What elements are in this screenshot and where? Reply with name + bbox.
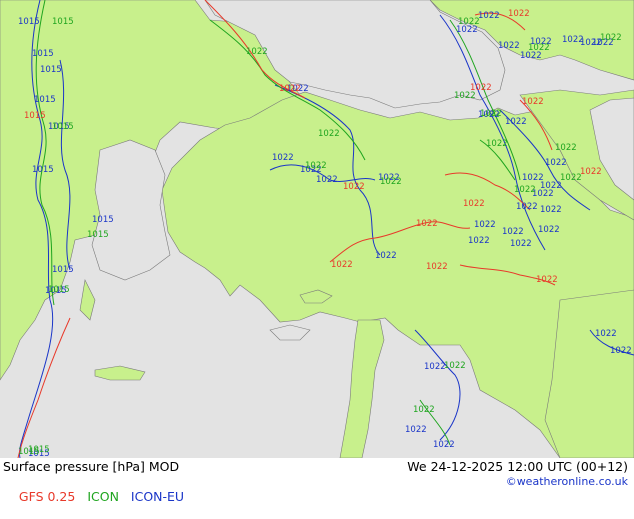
label-blue: 1015 (92, 215, 114, 225)
label-blue: 1022 (498, 41, 520, 51)
label-green: 1015 (52, 122, 74, 132)
label-blue: 1022 (545, 158, 567, 168)
label-green: 1015 (48, 285, 70, 295)
label-green: 1015 (87, 230, 109, 240)
model-icon-eu-label: ICON-EU (130, 489, 185, 504)
label-blue: 1022 (478, 11, 500, 21)
label-blue: 1022 (510, 239, 532, 249)
label-blue: 1022 (505, 117, 527, 127)
label-blue: 1015 (34, 95, 56, 105)
label-red: 1022 (580, 167, 602, 177)
label-blue: 1022 (405, 425, 427, 435)
model-icon-label: ICON (87, 489, 119, 504)
credit-link[interactable]: ©weatheronline.co.uk (506, 474, 628, 489)
label-blue: 1015 (32, 165, 54, 175)
model-gfs-label: GFS 0.25 (18, 489, 76, 504)
label-red: 1015 (24, 111, 46, 121)
label-blue: 1022 (468, 236, 490, 246)
label-blue: 1015 (52, 265, 74, 275)
label-green: 1022 (480, 109, 502, 119)
label-green: 1015 (52, 17, 74, 27)
sea-aegean (91, 139, 171, 281)
label-blue: 1015 (32, 49, 54, 59)
label-red: 1022 (416, 219, 438, 229)
label-green: 1022 (444, 361, 466, 371)
label-blue: 1022 (474, 220, 496, 230)
map-title: Surface pressure [hPa] MOD (3, 459, 180, 474)
label-red: 1022 (508, 9, 530, 19)
label-blue: 1022 (502, 227, 524, 237)
label-blue: 1022 (540, 205, 562, 215)
pressure-map: 1015 1015 1015 1015 1015 1015 1015 1015 … (0, 0, 634, 459)
label-blue: 1015 (40, 65, 62, 75)
footer: Surface pressure [hPa] MOD We 24-12-2025… (0, 458, 634, 504)
label-green: 1022 (305, 161, 327, 171)
label-red: 1022 (343, 182, 365, 192)
label-blue: 1022 (272, 153, 294, 163)
label-green: 1022 (528, 43, 550, 53)
label-red: 1022 (279, 84, 301, 94)
map-canvas: 1015 1015 1015 1015 1015 1015 1015 1015 … (0, 0, 634, 459)
label-green: 1022 (560, 173, 582, 183)
label-green: 1022 (486, 139, 508, 149)
label-red: 1022 (331, 260, 353, 270)
land-lower-right (544, 289, 634, 459)
label-blue: 1022 (540, 181, 562, 191)
label-blue: 1022 (538, 225, 560, 235)
label-blue: 1015 (18, 17, 40, 27)
label-blue: 1022 (424, 362, 446, 372)
label-green: 1022 (600, 33, 622, 43)
label-green: 1022 (380, 177, 402, 187)
model-legend: GFS 0.25 ICON ICON-EU (3, 474, 196, 519)
label-blue: 1022 (433, 440, 455, 450)
label-red: 1022 (463, 199, 485, 209)
label-green: 1022 (555, 143, 577, 153)
label-green: 1022 (413, 405, 435, 415)
label-green: 1022 (458, 17, 480, 27)
label-blue: 1022 (595, 329, 617, 339)
label-red: 1022 (522, 97, 544, 107)
label-blue: 1022 (375, 251, 397, 261)
label-blue: 1022 (316, 175, 338, 185)
label-green: 1022 (514, 185, 536, 195)
label-green: 1022 (318, 129, 340, 139)
label-blue: 1022 (610, 346, 632, 356)
label-red: 1022 (536, 275, 558, 285)
label-blue: 1022 (516, 202, 538, 212)
label-red: 1022 (470, 83, 492, 93)
valid-datetime: We 24-12-2025 12:00 UTC (00+12) (407, 459, 628, 474)
label-green: 1015 (28, 445, 50, 455)
label-green: 1022 (246, 47, 268, 57)
label-red: 1022 (426, 262, 448, 272)
